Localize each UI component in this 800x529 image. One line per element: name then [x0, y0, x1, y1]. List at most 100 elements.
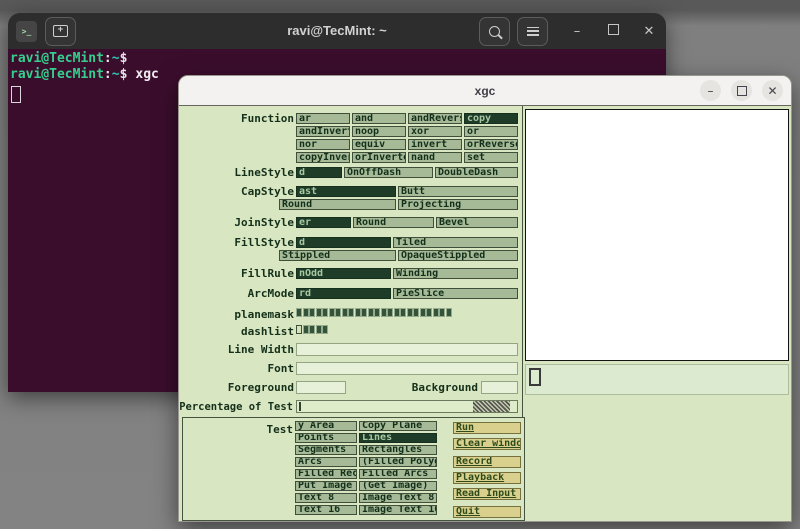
- test-option-get-image[interactable]: (Get Image): [359, 481, 437, 491]
- function-option-copyinver[interactable]: copyInver: [296, 152, 350, 163]
- joinstyle-option-bevel[interactable]: Bevel: [436, 217, 518, 228]
- capstyle-option-butt[interactable]: Butt: [398, 186, 518, 197]
- search-button[interactable]: [479, 17, 510, 46]
- playback-button[interactable]: Playback: [453, 472, 521, 484]
- function-option-andrevers[interactable]: andRevers: [408, 113, 462, 124]
- planemask-bit[interactable]: [322, 308, 328, 317]
- record-button[interactable]: Record: [453, 456, 521, 468]
- linestyle-option-onoffdash[interactable]: OnOffDash: [344, 167, 433, 178]
- planemask-bit[interactable]: [303, 308, 309, 317]
- function-option-equiv[interactable]: equiv: [352, 139, 406, 150]
- slider-thumb[interactable]: [473, 401, 510, 412]
- planemask-bit[interactable]: [374, 308, 380, 317]
- test-option-filled-arcs[interactable]: Filled Arcs: [359, 469, 437, 479]
- test-option-image-text-16[interactable]: Image Text 16: [359, 505, 437, 515]
- fillstyle-option-d[interactable]: d: [296, 237, 391, 248]
- joinstyle-option-round[interactable]: Round: [353, 217, 434, 228]
- clear-windo-button[interactable]: Clear windo: [453, 438, 521, 450]
- planemask-bits[interactable]: [296, 308, 452, 317]
- quit-button[interactable]: Quit: [453, 506, 521, 518]
- menu-button[interactable]: [517, 17, 548, 46]
- fillrule-option-winding[interactable]: Winding: [393, 268, 518, 279]
- function-option-xor[interactable]: xor: [408, 126, 462, 137]
- test-option-segments[interactable]: Segments: [295, 445, 357, 455]
- planemask-bit[interactable]: [296, 308, 302, 317]
- function-option-ar[interactable]: ar: [296, 113, 350, 124]
- test-option-y-area[interactable]: y Area: [295, 421, 357, 431]
- test-option-filled-rectan[interactable]: Filled Rectan: [295, 469, 357, 479]
- percentage-slider[interactable]: [296, 400, 518, 413]
- xgc-minimize-button[interactable]: –: [700, 80, 721, 101]
- capstyle-option-ast[interactable]: ast: [296, 186, 396, 197]
- fillrule-option-nodd[interactable]: nOdd: [296, 268, 391, 279]
- background-input[interactable]: [481, 381, 518, 394]
- capstyle-option-round[interactable]: Round: [279, 199, 396, 210]
- dashlist-bit[interactable]: [303, 325, 309, 334]
- test-option-filled-polyg[interactable]: (Filled Polyg: [359, 457, 437, 467]
- dashlist-bit[interactable]: [309, 325, 315, 334]
- run-button[interactable]: Run: [453, 422, 521, 434]
- function-option-copy[interactable]: copy: [464, 113, 518, 124]
- terminal-minimize-button[interactable]: –: [570, 24, 584, 39]
- test-option-text-8[interactable]: Text 8: [295, 493, 357, 503]
- planemask-bit[interactable]: [433, 308, 439, 317]
- planemask-bit[interactable]: [387, 308, 393, 317]
- dashlist-bit[interactable]: [322, 325, 328, 334]
- test-option-text-16[interactable]: Text 16: [295, 505, 357, 515]
- test-option-put-image[interactable]: Put Image: [295, 481, 357, 491]
- arcmode-option-pieslice[interactable]: PieSlice: [393, 288, 518, 299]
- test-option-copy-plane[interactable]: Copy Plane: [359, 421, 437, 431]
- font-input[interactable]: [296, 362, 518, 375]
- planemask-bit[interactable]: [439, 308, 445, 317]
- function-option-orreverse[interactable]: orReverse: [464, 139, 518, 150]
- linestyle-option-doubledash[interactable]: DoubleDash: [435, 167, 518, 178]
- xgc-close-button[interactable]: ✕: [762, 80, 783, 101]
- planemask-bit[interactable]: [335, 308, 341, 317]
- function-option-orinverte[interactable]: orInverte: [352, 152, 406, 163]
- test-option-arcs[interactable]: Arcs: [295, 457, 357, 467]
- test-option-rectangles[interactable]: Rectangles: [359, 445, 437, 455]
- capstyle-option-projecting[interactable]: Projecting: [398, 199, 518, 210]
- dashlist-bit[interactable]: [296, 325, 302, 334]
- planemask-bit[interactable]: [329, 308, 335, 317]
- arcmode-option-rd[interactable]: rd: [296, 288, 391, 299]
- terminal-maximize-button[interactable]: [606, 24, 620, 39]
- xgc-titlebar[interactable]: xgc – ✕: [179, 76, 791, 106]
- function-option-invert[interactable]: invert: [408, 139, 462, 150]
- planemask-bit[interactable]: [309, 308, 315, 317]
- test-option-image-text-8[interactable]: Image Text 8: [359, 493, 437, 503]
- function-option-andinvert[interactable]: andInvert: [296, 126, 350, 137]
- planemask-bit[interactable]: [348, 308, 354, 317]
- planemask-bit[interactable]: [407, 308, 413, 317]
- planemask-bit[interactable]: [446, 308, 452, 317]
- planemask-bit[interactable]: [361, 308, 367, 317]
- foreground-input[interactable]: [296, 381, 346, 394]
- planemask-bit[interactable]: [413, 308, 419, 317]
- planemask-bit[interactable]: [381, 308, 387, 317]
- function-option-nor[interactable]: nor: [296, 139, 350, 150]
- planemask-bit[interactable]: [316, 308, 322, 317]
- test-option-lines[interactable]: Lines: [359, 433, 437, 443]
- read-input-button[interactable]: Read Input: [453, 488, 521, 500]
- function-option-and[interactable]: and: [352, 113, 406, 124]
- fillstyle-option-tiled[interactable]: Tiled: [393, 237, 518, 248]
- line-width-input[interactable]: [296, 343, 518, 356]
- dashlist-bits[interactable]: [296, 325, 328, 334]
- linestyle-option-d[interactable]: d: [296, 167, 342, 178]
- fillstyle-option-opaquestippled[interactable]: OpaqueStippled: [398, 250, 518, 261]
- terminal-titlebar[interactable]: >_ + ravi@TecMint: ~ – ✕: [8, 13, 666, 49]
- planemask-bit[interactable]: [420, 308, 426, 317]
- function-option-or[interactable]: or: [464, 126, 518, 137]
- test-option-points[interactable]: Points: [295, 433, 357, 443]
- planemask-bit[interactable]: [355, 308, 361, 317]
- joinstyle-option-er[interactable]: er: [296, 217, 351, 228]
- function-option-nand[interactable]: nand: [408, 152, 462, 163]
- function-option-noop[interactable]: noop: [352, 126, 406, 137]
- function-option-set[interactable]: set: [464, 152, 518, 163]
- planemask-bit[interactable]: [368, 308, 374, 317]
- planemask-bit[interactable]: [426, 308, 432, 317]
- fillstyle-option-stippled[interactable]: Stippled: [279, 250, 396, 261]
- xgc-maximize-button[interactable]: [731, 80, 752, 101]
- dashlist-bit[interactable]: [316, 325, 322, 334]
- planemask-bit[interactable]: [400, 308, 406, 317]
